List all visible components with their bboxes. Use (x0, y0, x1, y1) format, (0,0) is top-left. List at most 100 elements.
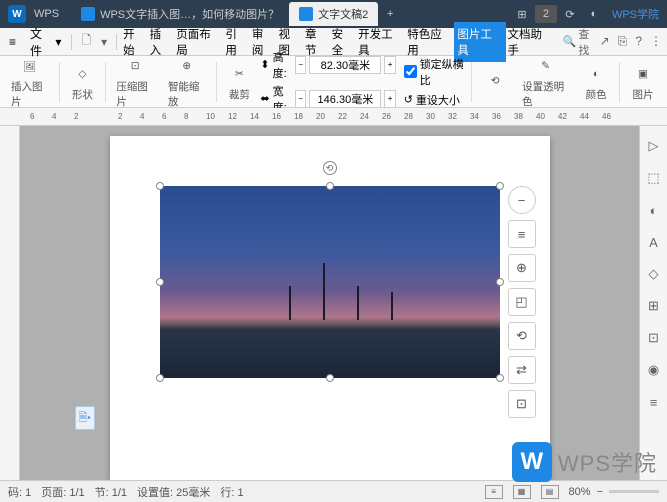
compress-icon: ⊡ (122, 54, 148, 78)
height-dec[interactable]: − (295, 56, 306, 74)
side-select-icon[interactable]: ▷ (644, 136, 664, 156)
print-icon[interactable]: ▾ (101, 35, 107, 49)
lock-checkbox[interactable] (404, 65, 417, 78)
float-zoom-button[interactable]: ⊕ (508, 254, 536, 282)
status-page-code: 码: 1 (8, 484, 31, 500)
share-icon[interactable]: ↗ (600, 34, 610, 49)
app-logo: W (8, 5, 26, 23)
add-tab-button[interactable]: + (379, 5, 401, 23)
crop-icon: ✂ (226, 62, 252, 86)
side-grid-icon[interactable]: ⊞ (644, 296, 664, 316)
side-text-icon[interactable]: A (644, 232, 664, 252)
ribbon: 🖼 插入图片 ◇ 形状 ⊡ 压缩图片 ⊕ 智能缩放 ✂ 裁剪 ⬍ 高度: − +… (0, 56, 667, 108)
float-collapse-button[interactable]: − (508, 186, 536, 214)
ruler-vertical (0, 126, 20, 480)
resize-handle-tl[interactable] (156, 182, 164, 190)
grid-icon[interactable]: ⊞ (511, 5, 533, 23)
picture-icon: 🖼 (17, 54, 43, 78)
side-object-icon[interactable]: ⊡ (644, 328, 664, 348)
picture-style-icon: ▣ (630, 62, 656, 86)
float-rotate-button[interactable]: ⟲ (508, 322, 536, 350)
transparent-color-button[interactable]: ✎ 设置透明色 (516, 54, 575, 109)
app-name: WPS (34, 8, 59, 20)
resize-handle-bm[interactable] (326, 374, 334, 382)
resize-handle-ml[interactable] (156, 278, 164, 286)
width-dec[interactable]: − (295, 90, 306, 108)
insert-picture-button[interactable]: 🖼 插入图片 (5, 54, 55, 109)
resize-handle-tr[interactable] (496, 182, 504, 190)
resize-handle-bl[interactable] (156, 374, 164, 382)
float-crop-button[interactable]: ◰ (508, 288, 536, 316)
view-mode-3[interactable]: ▤ (541, 485, 559, 499)
smart-zoom-button[interactable]: ⊕ 智能缩放 (162, 54, 212, 109)
document-page[interactable]: ⟲ − ≡ ⊕ ◰ ⟲ (110, 136, 550, 480)
side-box-icon[interactable]: ⬚ (644, 168, 664, 188)
status-line: 行: 1 (220, 484, 243, 500)
search-button[interactable]: 🔍 查找 (563, 26, 600, 58)
wps-academy-link[interactable]: WPS学院 (612, 6, 659, 22)
status-section: 节: 1/1 (95, 484, 127, 500)
watermark-logo: W (512, 442, 552, 482)
tab-reference[interactable]: 引用 (223, 23, 250, 61)
hamburger-icon[interactable]: ≡ (5, 35, 20, 49)
ruler-horizontal: 6422468101214161820222426283032343638404… (0, 108, 667, 126)
side-target-icon[interactable]: ◉ (644, 360, 664, 380)
width-icon: ⬌ (260, 92, 269, 105)
reset-size-button[interactable]: ↺ 重设大小 (404, 92, 468, 108)
status-position: 设置值: 25毫米 (137, 484, 210, 500)
side-list-icon[interactable]: ≡ (644, 392, 664, 412)
badge-count[interactable]: 2 (535, 5, 557, 23)
doc-tag[interactable]: 🗎▸ (75, 406, 95, 430)
compress-button[interactable]: ⊡ 压缩图片 (110, 54, 160, 109)
float-layout-button[interactable]: ≡ (508, 220, 536, 248)
lock-ratio-checkbox[interactable]: 锁定纵横比 (404, 56, 468, 88)
watermark: W WPS学院 (512, 442, 657, 482)
help-icon[interactable]: ? (635, 34, 642, 49)
sync-icon[interactable]: ⟳ (559, 5, 581, 23)
height-label: 高度: (273, 49, 292, 81)
width-input[interactable] (309, 90, 381, 108)
zoom-out-button[interactable]: − (597, 486, 603, 498)
tab-label: 文字文稿2 (318, 6, 368, 22)
statusbar: 码: 1 页面: 1/1 节: 1/1 设置值: 25毫米 行: 1 ≡ ▦ ▤… (0, 480, 667, 502)
view-mode-2[interactable]: ▦ (513, 485, 531, 499)
float-more-button[interactable]: ⊡ (508, 390, 536, 418)
resize-handle-tm[interactable] (326, 182, 334, 190)
side-contrast-icon[interactable]: ◐ (644, 200, 664, 220)
resize-handle-br[interactable] (496, 374, 504, 382)
color-button[interactable]: ◐ 颜色 (577, 62, 615, 102)
image-float-toolbar: − ≡ ⊕ ◰ ⟲ ⇄ ⊡ (508, 186, 538, 418)
height-inc[interactable]: + (384, 56, 395, 74)
doc-icon (299, 7, 313, 21)
canvas[interactable]: 🗎▸ ⟲ − ≡ ⊕ (20, 126, 639, 480)
status-page[interactable]: 页面: 1/1 (41, 484, 84, 500)
color-icon: ◐ (583, 62, 609, 86)
picture-style-button[interactable]: ▣ 图片 (624, 62, 662, 102)
doc-icon (81, 7, 95, 21)
watermark-text: WPS学院 (558, 446, 657, 478)
side-panel: ▷ ⬚ ◐ A ◇ ⊞ ⊡ ◉ ≡ (639, 126, 667, 480)
selected-image[interactable]: ⟲ − ≡ ⊕ ◰ ⟲ (160, 186, 500, 378)
shapes-icon: ◇ (69, 62, 95, 86)
resize-handle-mr[interactable] (496, 278, 504, 286)
shapes-button[interactable]: ◇ 形状 (63, 62, 101, 102)
width-inc[interactable]: + (384, 90, 395, 108)
reset-icon: ↺ (404, 93, 413, 106)
export-icon[interactable]: ⎘ (618, 34, 628, 49)
zoom-slider[interactable] (609, 490, 659, 493)
view-mode-1[interactable]: ≡ (485, 485, 503, 499)
height-input[interactable] (309, 56, 381, 74)
more-icon[interactable]: ⋮ (650, 34, 662, 49)
zoom-level[interactable]: 80% (569, 486, 591, 498)
tab-label: WPS文字插入图…，如何移动图片？ (100, 6, 279, 22)
float-replace-button[interactable]: ⇄ (508, 356, 536, 384)
side-shape-icon[interactable]: ◇ (644, 264, 664, 284)
image-content (160, 186, 500, 378)
crop-button[interactable]: ✂ 裁剪 (220, 62, 258, 102)
height-icon: ⬍ (260, 58, 269, 71)
workspace: 🗎▸ ⟲ − ≡ ⊕ (0, 126, 667, 480)
user-icon[interactable]: ◐ (583, 5, 605, 23)
save-icon[interactable]: 🗋 (81, 31, 91, 52)
rotate-button[interactable]: ⟲ (476, 69, 514, 94)
rotate-handle[interactable]: ⟲ (323, 161, 337, 175)
